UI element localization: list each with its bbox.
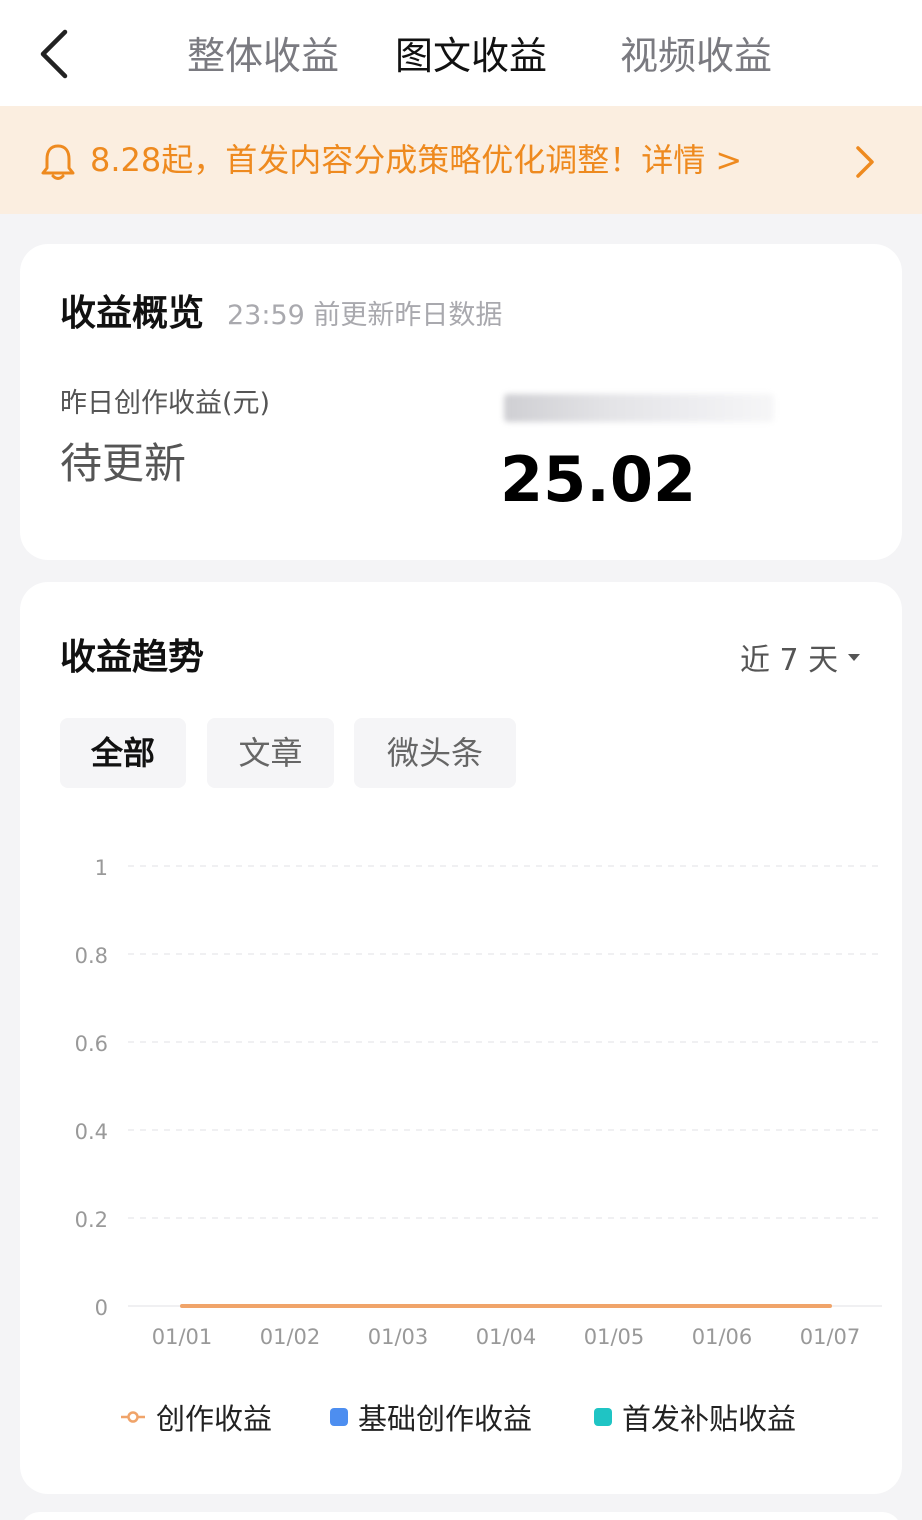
line-marker-icon	[121, 1411, 145, 1423]
trend-title: 收益趋势	[60, 637, 205, 678]
x-tick-label: 01/04	[476, 1325, 537, 1349]
next-card	[20, 1512, 902, 1520]
filter-chip-all[interactable]: 全部	[60, 718, 186, 788]
tab-video-earnings[interactable]: 视频收益	[620, 28, 772, 84]
chevron-right-icon	[856, 146, 874, 178]
y-tick-label: 0.6	[75, 1032, 108, 1056]
tab-overall-earnings[interactable]: 整体收益	[187, 28, 339, 84]
x-tick-label: 01/05	[584, 1325, 645, 1349]
filter-chip-article[interactable]: 文章	[207, 718, 334, 788]
y-tick-label: 0.2	[75, 1208, 108, 1232]
legend-item-create-earnings[interactable]: 创作收益	[120, 1392, 272, 1442]
x-tick-label: 01/02	[260, 1325, 321, 1349]
earnings-trend-chart: 1 0.8 0.6 0.4 0.2 0 01/01 01/02 01/03 01/04 01/05 0…	[75, 856, 882, 1349]
legend-label: 首发补贴收益	[622, 1402, 797, 1436]
y-tick-label: 0	[95, 1296, 108, 1320]
yesterday-earnings-value: 待更新	[60, 439, 187, 488]
square-marker-icon	[330, 1408, 348, 1426]
legend-label: 基础创作收益	[358, 1402, 533, 1436]
y-tick-label: 1	[95, 856, 108, 880]
earnings-tabs: 整体收益 图文收益 视频收益	[0, 0, 922, 106]
legend-item-basic-earnings[interactable]: 基础创作收益	[330, 1392, 532, 1442]
filter-chip-micro-post[interactable]: 微头条	[354, 718, 516, 788]
overview-title: 收益概览	[60, 293, 205, 334]
x-tick-label: 01/06	[692, 1325, 753, 1349]
total-earnings-value: 25.02	[500, 443, 697, 516]
yesterday-earnings-label: 昨日创作收益(元)	[60, 388, 271, 419]
date-range-select[interactable]: 近 7 天	[740, 634, 861, 680]
blurred-label	[504, 394, 774, 422]
y-tick-label: 0.4	[75, 1120, 108, 1144]
overview-update-note: 23:59 前更新昨日数据	[227, 300, 503, 331]
caret-down-icon	[848, 653, 861, 661]
date-range-label: 近 7 天	[740, 643, 839, 678]
y-tick-label: 0.8	[75, 944, 108, 968]
legend-item-first-subsidy[interactable]: 首发补贴收益	[594, 1392, 796, 1442]
earnings-overview-card: 收益概览 23:59 前更新昨日数据 昨日创作收益(元) 待更新 25.02	[20, 244, 902, 560]
square-marker-icon	[594, 1408, 612, 1426]
earnings-trend-card: 收益趋势 近 7 天 全部 文章 微头条 1 0.8 0.6 0.4 0.2 0 01/01…	[20, 582, 902, 1494]
bell-icon	[41, 144, 75, 180]
top-nav-bar: 整体收益 图文收益 视频收益	[0, 0, 922, 106]
tab-article-earnings[interactable]: 图文收益	[395, 28, 547, 84]
x-tick-label: 01/07	[800, 1325, 861, 1349]
announcement-text: 8.28起，首发内容分成策略优化调整！详情 >	[90, 141, 743, 179]
chart-legend: 创作收益 基础创作收益 首发补贴收益	[120, 1392, 880, 1442]
x-tick-label: 01/01	[152, 1325, 213, 1349]
x-tick-label: 01/03	[368, 1325, 429, 1349]
legend-label: 创作收益	[156, 1402, 273, 1436]
announcement-banner[interactable]: 8.28起，首发内容分成策略优化调整！详情 >	[0, 106, 922, 214]
